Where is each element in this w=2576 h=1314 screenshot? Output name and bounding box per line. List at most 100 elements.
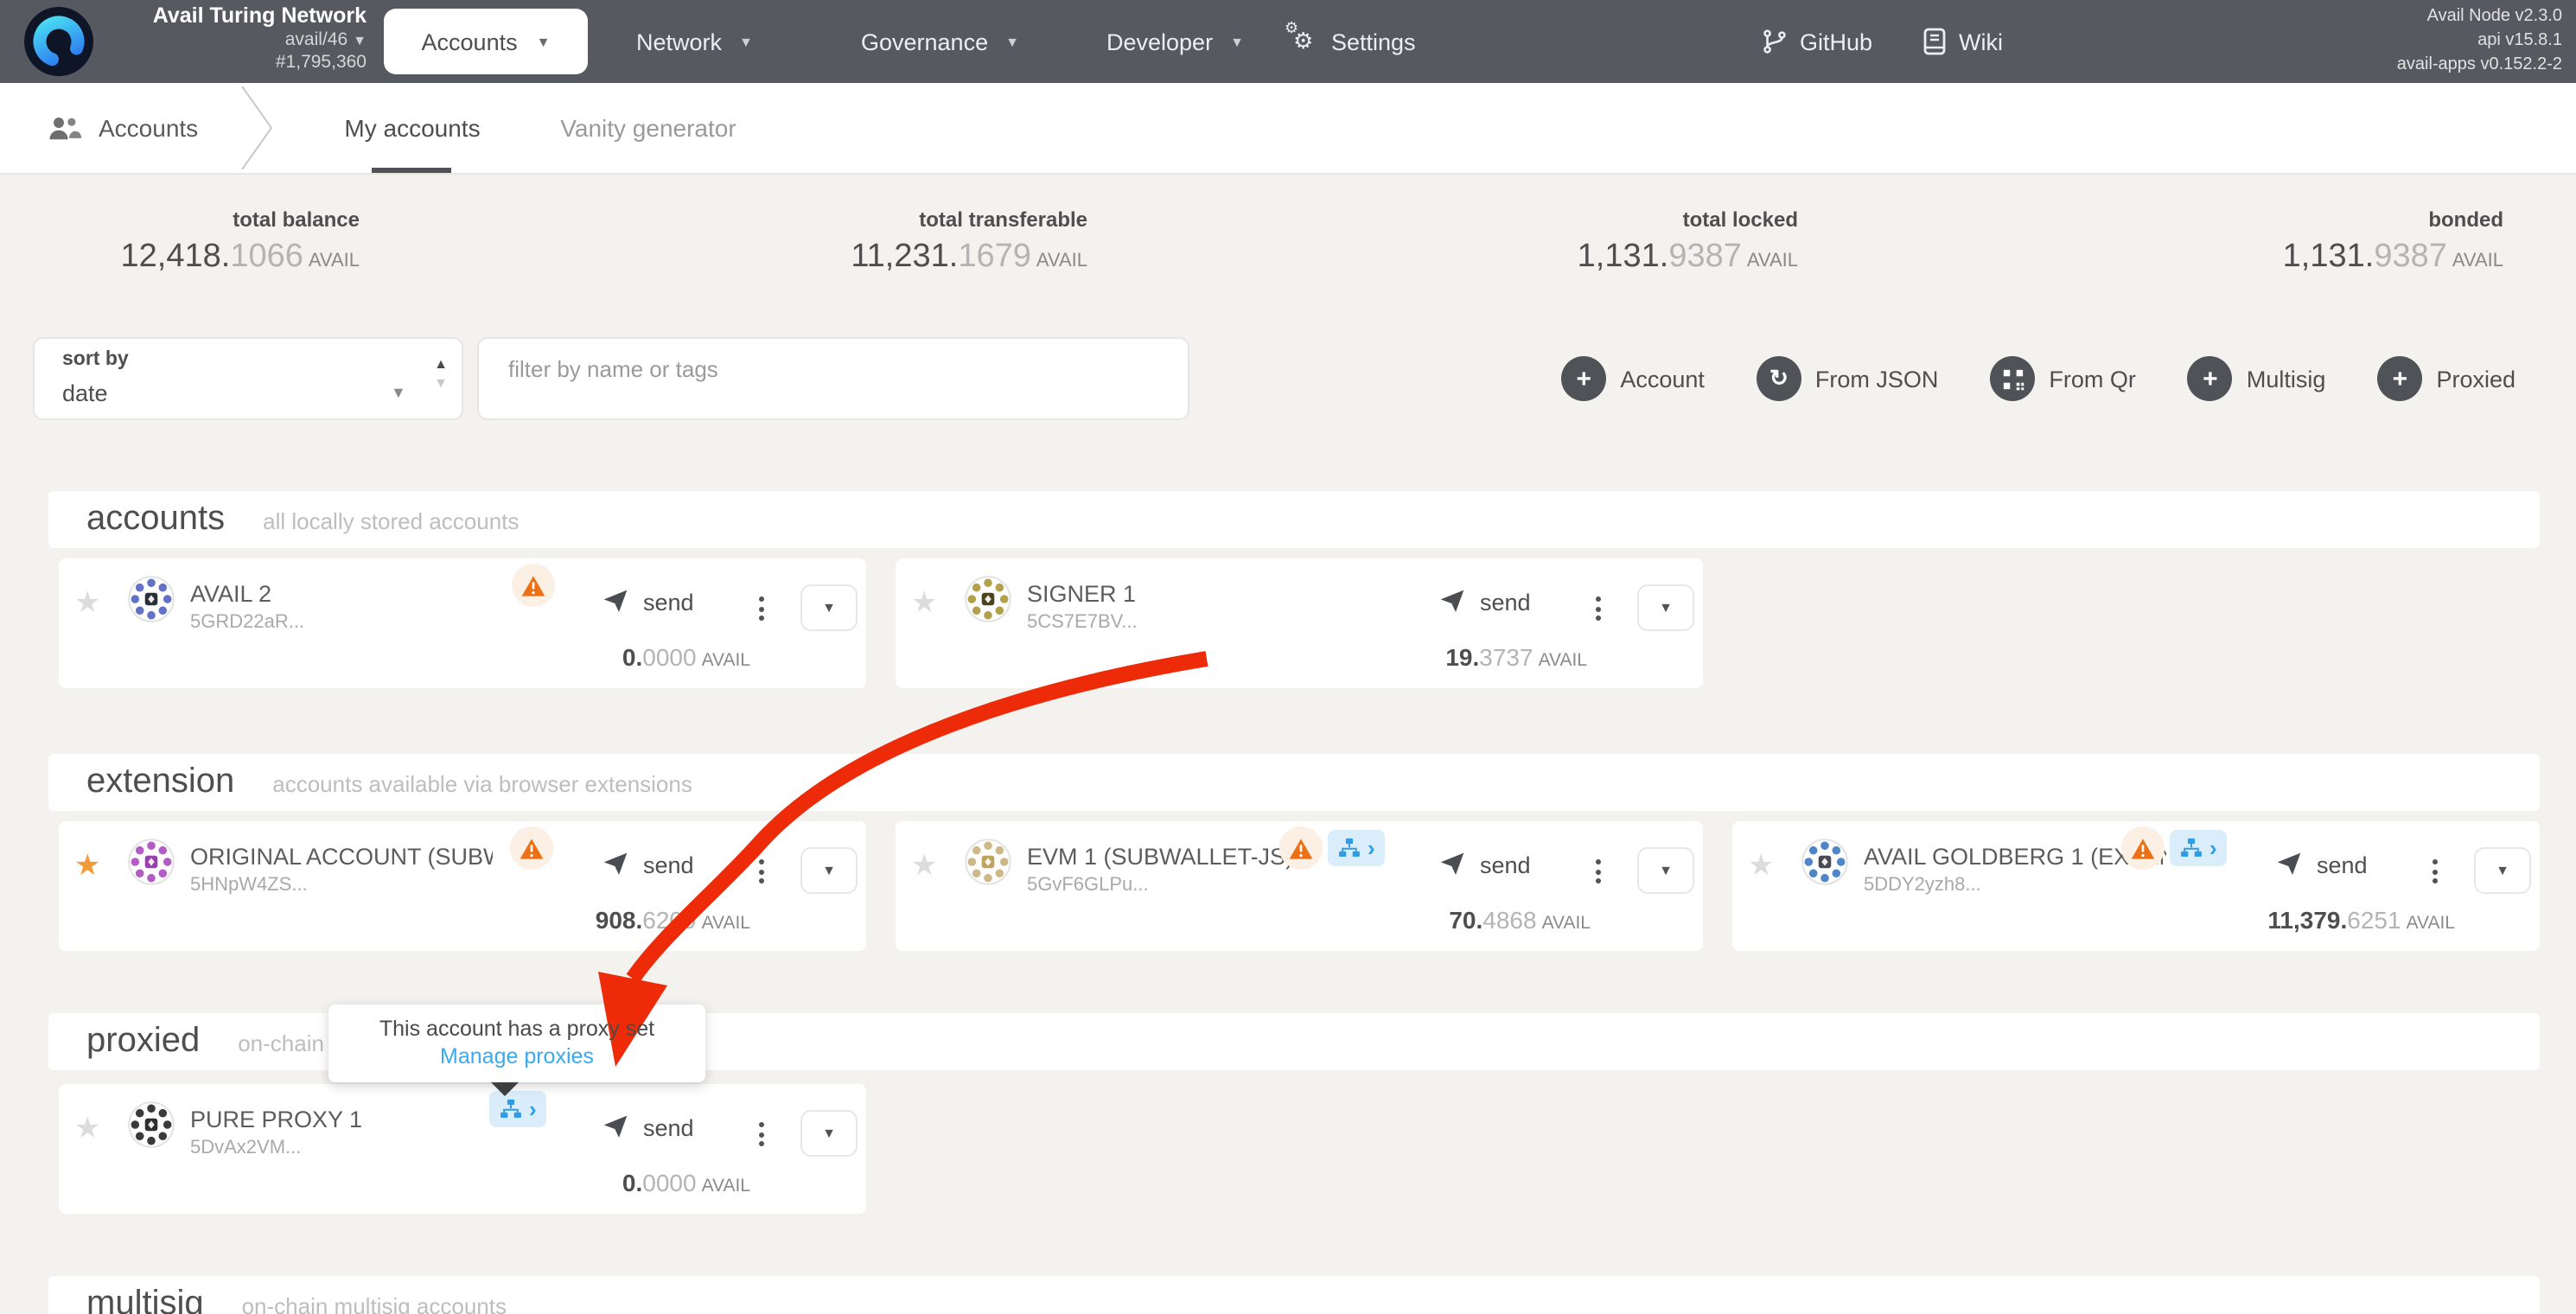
send-button[interactable]: send [602,851,694,878]
nav-developer-label: Developer [1106,29,1213,54]
expand-toggle-button[interactable]: ▼ [2474,847,2531,894]
from-json-button[interactable]: ↻ From JSON [1757,356,1939,401]
add-account-button[interactable]: + Account [1561,356,1705,401]
expand-toggle-button[interactable]: ▼ [1637,584,1694,631]
warning-icon[interactable] [1279,826,1323,870]
proxy-badge[interactable]: › [489,1091,547,1127]
warning-icon[interactable] [512,564,555,607]
node-version: Avail Node v2.3.0 [2397,5,2562,29]
send-button[interactable]: send [2275,851,2368,878]
favorite-star-icon[interactable]: ★ [911,586,938,621]
manage-proxies-link[interactable]: Manage proxies [342,1044,692,1068]
tab-vanity-generator[interactable]: Vanity generator [550,83,747,173]
account-menu-button[interactable] [754,1117,769,1151]
account-balance: 0.0000AVAIL [622,643,750,671]
nav-network-label: Network [636,29,722,54]
section-header-accounts: accountsall locally stored accounts [48,491,2540,548]
favorite-star-icon[interactable]: ★ [74,586,101,621]
account-address[interactable]: 5CS7E7BV... [1027,612,1138,633]
favorite-star-icon[interactable]: ★ [74,849,101,883]
account-address[interactable]: 5GvF6GLPu... [1027,875,1149,896]
plus-icon: + [2188,356,2233,401]
stat-total-transferable: total transferable 11,231.1679AVAIL [851,207,1087,277]
add-multisig-button[interactable]: + Multisig [2188,356,2326,401]
account-balance: 908.6209AVAIL [596,906,750,934]
favorite-star-icon[interactable]: ★ [74,1112,101,1146]
api-version: api v15.8.1 [2397,29,2562,54]
proxy-badge[interactable]: › [2170,830,2228,866]
favorite-star-icon[interactable]: ★ [911,849,938,883]
account-menu-button[interactable] [1591,854,1606,889]
badge-group [510,826,553,870]
account-name: AVAIL 2 [190,581,271,607]
expand-toggle-button[interactable]: ▼ [800,1110,858,1157]
nav-governance-label: Governance [861,29,988,54]
warning-icon[interactable] [510,826,553,870]
expand-toggle-button[interactable]: ▼ [800,584,858,631]
account-balance: 0.0000AVAIL [622,1169,750,1196]
account-address[interactable]: 5HNpW4ZS... [190,875,308,896]
expand-toggle-button[interactable]: ▼ [800,847,858,894]
section-header-extension: extensionaccounts available via browser … [48,754,2540,811]
account-menu-button[interactable] [1591,591,1606,626]
account-identicon [128,1101,175,1148]
account-address[interactable]: 5DDY2yzh8... [1864,875,1981,896]
account-balance: 70.4868AVAIL [1449,906,1591,934]
account-address[interactable]: 5GRD22aR... [190,612,304,633]
active-tab-underline [372,167,451,173]
section-header-multisig: multisigon-chain multisig accounts [48,1276,2540,1314]
account-name: PURE PROXY 1 [190,1107,362,1132]
favorite-star-icon[interactable]: ★ [1748,849,1775,883]
account-balance: 11,379.6251AVAIL [2267,906,2455,934]
git-branch-icon [1762,28,1788,55]
block-number: #1,795,360 [104,52,367,75]
send-button[interactable]: send [1438,851,1531,878]
sync-icon: ↻ [1757,356,1801,401]
sitemap-icon [500,1098,522,1120]
nav-network[interactable]: Network ▼ [636,0,753,83]
account-menu-button[interactable] [2427,854,2443,889]
paper-plane-icon [2275,851,2303,878]
nav-settings[interactable]: ⚙⚙ Settings [1288,0,1416,83]
book-icon [1922,28,1947,55]
sort-direction-toggle[interactable]: ▲ ▼ [434,354,448,392]
proxy-badge[interactable]: › [1328,830,1386,866]
send-button[interactable]: send [1438,588,1531,616]
nav-github[interactable]: GitHub [1762,0,1872,83]
from-qr-button[interactable]: From Qr [1990,356,2136,401]
account-menu-button[interactable] [754,591,769,626]
warning-icon[interactable] [2121,826,2165,870]
network-info[interactable]: Avail Turing Network avail/46▼ #1,795,36… [104,5,367,75]
proxy-tooltip: This account has a proxy set Manage prox… [328,1005,705,1082]
sort-dropdown[interactable]: sort by date ▼ ▲ ▼ [33,337,463,420]
app-window: Avail Turing Network avail/46▼ #1,795,36… [0,0,2576,1314]
account-menu-button[interactable] [754,854,769,889]
badge-group: › [489,1091,547,1127]
chevron-right-icon: › [2209,832,2217,864]
filter-input[interactable] [505,354,1169,384]
breadcrumb-accounts: Accounts [47,83,198,173]
account-card: ★ SIGNER 1 5CS7E7BV... send ▼ 19.3737AVA… [896,558,1703,688]
sort-value: date [62,380,108,406]
account-identicon [128,576,175,622]
sort-asc-icon: ▲ [434,354,448,373]
nav-wiki[interactable]: Wiki [1922,0,2003,83]
send-button[interactable]: send [602,588,694,616]
chevron-down-icon: ▼ [1005,34,1019,49]
send-button[interactable]: send [602,1113,694,1141]
sort-desc-icon: ▼ [434,373,448,392]
stat-total-balance: total balance 12,418.1066AVAIL [121,207,360,277]
tab-bar: Accounts My accounts Vanity generator [0,83,2576,175]
account-address[interactable]: 5DvAx2VM... [190,1138,301,1158]
nav-accounts-button[interactable]: Accounts ▼ [384,9,588,74]
nav-governance[interactable]: Governance ▼ [861,0,1019,83]
nav-settings-label: Settings [1331,29,1416,54]
qr-icon [1990,356,2035,401]
tab-my-accounts[interactable]: My accounts [339,83,486,173]
account-identicon [1801,839,1848,885]
chevron-down-icon: ▼ [391,384,406,401]
expand-toggle-button[interactable]: ▼ [1637,847,1694,894]
add-proxied-button[interactable]: + Proxied [2377,356,2515,401]
sort-label: sort by [62,349,129,370]
nav-developer[interactable]: Developer ▼ [1106,0,1244,83]
